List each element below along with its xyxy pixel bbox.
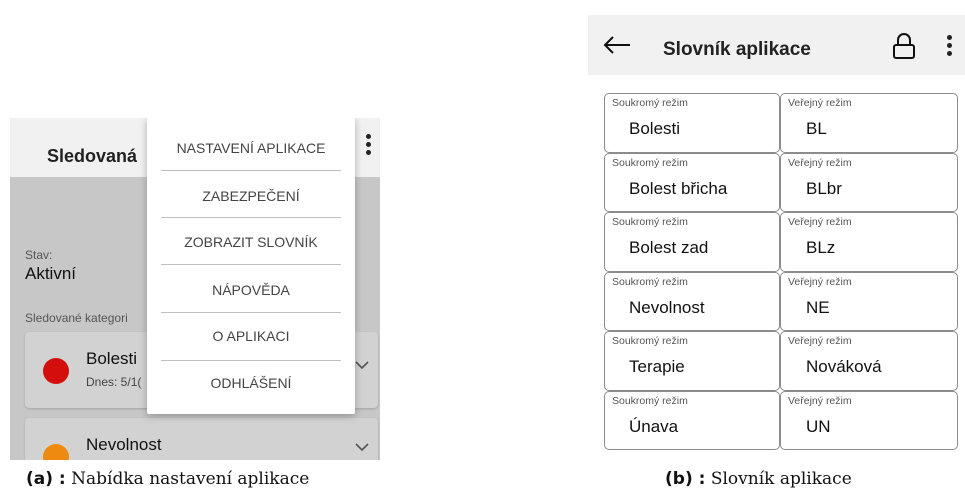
status-value: Aktivní (25, 264, 77, 283)
menu-divider (161, 217, 341, 218)
caption-b-label: (b) : (665, 469, 706, 489)
more-options-icon[interactable] (945, 35, 953, 61)
private-mode-field[interactable]: Soukromý režim Terapie (604, 331, 780, 391)
private-mode-value: Bolest zad (629, 238, 709, 257)
private-mode-value: Bolest břicha (629, 178, 728, 198)
lock-icon[interactable] (891, 32, 917, 60)
caption-a: (a) : Nabídka nastavení aplikace (26, 469, 309, 489)
private-mode-label: Soukromý režim (612, 216, 688, 228)
public-mode-field[interactable]: Veřejný režim UN (780, 390, 958, 450)
private-mode-field[interactable]: Soukromý režim Bolest břicha (604, 152, 780, 212)
table-row: Soukromý režim Bolest zad Veřejný režim BLz (604, 212, 958, 272)
private-mode-value: Bolesti (629, 119, 681, 138)
category-name: Nevolnost (86, 435, 162, 454)
public-mode-value: BLz (806, 238, 836, 257)
public-mode-field[interactable]: Veřejný režim Nováková (780, 331, 958, 391)
status-label: Stav: (25, 248, 53, 262)
app-bar: Slovník aplikace (588, 15, 965, 75)
table-row: Soukromý režim Únava Veřejný režim UN (604, 390, 958, 450)
screen-settings-menu: Sledovaná Stav: Aktivní Sledované katego… (10, 118, 380, 460)
public-mode-label: Veřejný režim (788, 216, 852, 228)
public-mode-label: Veřejný režim (788, 156, 852, 169)
private-mode-field[interactable]: Soukromý režim Nevolnost (604, 271, 780, 331)
caption-b: (b) : Slovník aplikace (665, 469, 852, 489)
public-mode-value: Nováková (806, 357, 882, 376)
public-mode-value: BLbr (806, 178, 842, 198)
public-mode-label: Veřejný režim (788, 394, 852, 407)
table-row: Soukromý režim Bolest břicha Veřejný režim… (604, 152, 958, 212)
menu-item-about[interactable]: O APLIKACI (147, 313, 355, 360)
overflow-menu: NASTAVENÍ APLIKACE ZABEZPEČENÍ ZOBRAZIT … (147, 118, 355, 414)
menu-item-logout[interactable]: ODHLÁŠENÍ (147, 360, 355, 407)
public-mode-label: Veřejný režim (788, 335, 852, 347)
private-mode-label: Soukromý režim (612, 335, 688, 347)
chevron-down-icon[interactable] (355, 440, 369, 454)
table-row: Soukromý režim Bolesti Veřejný režim BL (604, 93, 958, 153)
table-row: Soukromý režim Terapie Veřejný režim Nováko… (604, 331, 958, 391)
table-row: Soukromý režim Nevolnost Veřejný režim NE (604, 271, 958, 331)
menu-divider (161, 170, 341, 171)
category-today-count: Dnes: 5/1( (86, 375, 142, 389)
category-card-nevolnost[interactable]: Nevolnost (25, 418, 378, 460)
chevron-down-icon[interactable] (355, 358, 369, 372)
category-name: Bolesti (86, 349, 138, 368)
private-mode-label: Soukromý režim (612, 394, 688, 407)
screen-dictionary: Slovník aplikace Soukromý režim Bolesti Ve… (588, 15, 965, 465)
menu-item-security[interactable]: ZABEZPEČENÍ (147, 173, 355, 220)
caption-b-text: Slovník aplikace (705, 469, 852, 489)
private-mode-field[interactable]: Soukromý režim Bolest zad (604, 212, 780, 272)
page-title: Slovník aplikace (663, 39, 811, 60)
caption-a-label: (a) : (26, 469, 66, 489)
public-mode-field[interactable]: Veřejný režim BL (780, 93, 958, 153)
categories-label: Sledované kategori (25, 311, 128, 325)
private-mode-field[interactable]: Soukromý režim Bolesti (604, 93, 780, 153)
private-mode-value: Únava (629, 416, 679, 436)
menu-item-show-dictionary[interactable]: ZOBRAZIT SLOVNÍK (147, 219, 355, 266)
public-mode-label: Veřejný režim (788, 275, 852, 288)
private-mode-value: Terapie (629, 357, 685, 376)
public-mode-field[interactable]: Veřejný režim NE (780, 271, 958, 331)
public-mode-label: Veřejný režim (788, 97, 852, 109)
private-mode-label: Soukromý režim (612, 97, 688, 109)
menu-item-app-settings[interactable]: NASTAVENÍ APLIKACE (147, 125, 355, 172)
private-mode-field[interactable]: Soukromý režim Únava (604, 390, 780, 450)
dictionary-table: Soukromý režim Bolesti Veřejný režim BL Souk… (604, 93, 958, 450)
public-mode-value: NE (806, 297, 830, 317)
public-mode-value: BL (806, 119, 827, 138)
category-color-dot (43, 444, 69, 460)
category-color-dot (43, 358, 69, 384)
public-mode-value: UN (806, 416, 831, 436)
public-mode-field[interactable]: Veřejný režim BLz (780, 212, 958, 272)
private-mode-label: Soukromý režim (612, 275, 688, 288)
page-title: Sledovaná (47, 146, 138, 166)
public-mode-field[interactable]: Veřejný režim BLbr (780, 152, 958, 212)
private-mode-label: Soukromý režim (612, 156, 688, 169)
private-mode-value: Nevolnost (629, 297, 705, 317)
menu-item-help[interactable]: NÁPOVĚDA (147, 267, 355, 314)
back-arrow-icon[interactable] (602, 35, 632, 55)
more-options-icon[interactable] (363, 134, 373, 162)
caption-a-text: Nabídka nastavení aplikace (65, 469, 310, 489)
menu-divider (161, 264, 341, 265)
